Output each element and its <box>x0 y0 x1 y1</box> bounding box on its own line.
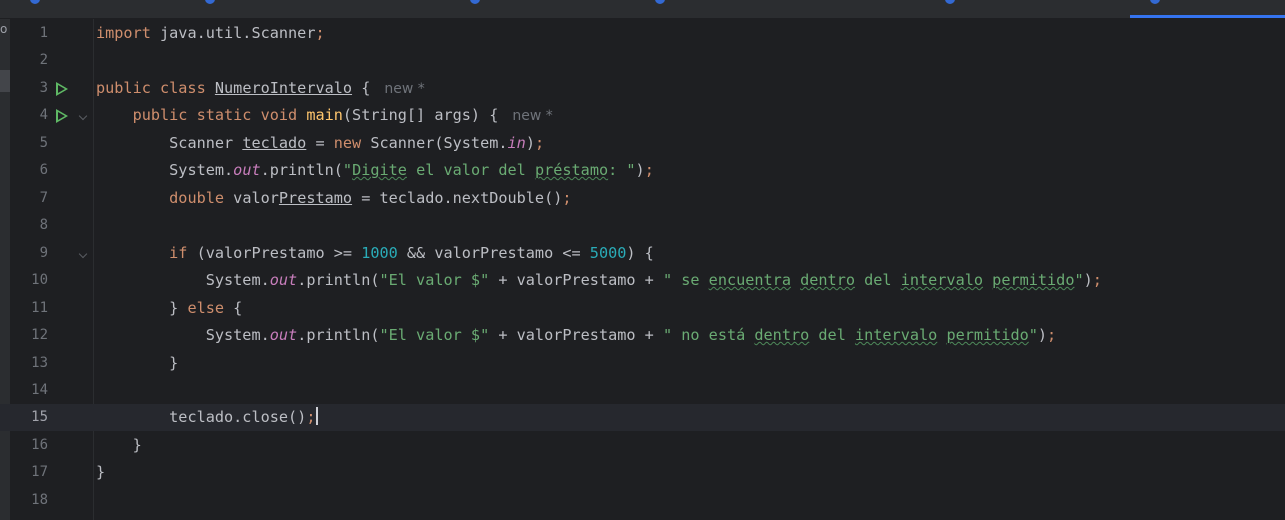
line-number: 1 <box>39 25 48 41</box>
line-number: 10 <box>31 272 48 288</box>
code-text[interactable]: System.out.println("Digite el valor del … <box>96 157 654 184</box>
line-number: 15 <box>31 409 48 425</box>
active-tab-indicator <box>1130 15 1285 18</box>
line-number: 3 <box>39 80 48 96</box>
java-file-icon <box>30 0 40 4</box>
line-number: 2 <box>39 52 48 68</box>
line-number: 18 <box>31 492 48 508</box>
code-line[interactable]: 17 } <box>0 459 1285 486</box>
line-number: 14 <box>31 382 48 398</box>
java-file-icon <box>655 0 665 4</box>
run-icon[interactable] <box>56 82 68 96</box>
code-text[interactable]: } <box>96 459 105 486</box>
code-line[interactable]: 5 Scanner teclado = new Scanner(System.i… <box>0 130 1285 157</box>
code-text[interactable]: teclado.close(); <box>96 404 319 431</box>
code-line[interactable]: 2 <box>0 47 1285 74</box>
line-number: 16 <box>31 437 48 453</box>
code-line[interactable]: 18 <box>0 487 1285 514</box>
code-line[interactable]: 9 if (valorPrestamo >= 1000 && valorPres… <box>0 240 1285 267</box>
java-file-icon <box>205 0 215 4</box>
line-number: 8 <box>39 217 48 233</box>
code-line[interactable]: 4 public static void main(String[] args)… <box>0 102 1285 129</box>
line-number: 17 <box>31 464 48 480</box>
code-text[interactable]: } <box>96 350 178 377</box>
code-line[interactable]: 6 System.out.println("Digite el valor de… <box>0 157 1285 184</box>
code-line[interactable]: 8 <box>0 212 1285 239</box>
code-text[interactable]: System.out.println("El valor $" + valorP… <box>96 267 1102 294</box>
line-number: 13 <box>31 355 48 371</box>
code-text[interactable]: import java.util.Scanner; <box>96 20 325 47</box>
line-number: 7 <box>39 190 48 206</box>
code-text[interactable]: public static void main(String[] args) {… <box>96 102 553 130</box>
code-text[interactable]: if (valorPrestamo >= 1000 && valorPresta… <box>96 240 654 267</box>
chevron-down-icon[interactable] <box>78 249 88 259</box>
code-line[interactable]: 14 <box>0 377 1285 404</box>
code-text[interactable]: Scanner teclado = new Scanner(System.in)… <box>96 130 544 157</box>
vcs-hint: new * <box>384 81 425 97</box>
code-line[interactable]: 12 System.out.println("El valor $" + val… <box>0 322 1285 349</box>
code-line[interactable]: 11 } else { <box>0 295 1285 322</box>
line-number: 4 <box>39 107 48 123</box>
editor-tab-bar <box>0 0 1285 19</box>
line-number: 12 <box>31 327 48 343</box>
java-file-icon <box>1150 0 1160 4</box>
code-text[interactable]: public class NumeroIntervalo {new * <box>96 75 425 103</box>
run-icon[interactable] <box>56 109 68 123</box>
chevron-down-icon[interactable] <box>78 111 88 121</box>
code-line-current[interactable]: 15 teclado.close(); <box>0 404 1285 431</box>
code-line[interactable]: 7 double valorPrestamo = teclado.nextDou… <box>0 185 1285 212</box>
line-number: 11 <box>31 300 48 316</box>
code-text[interactable]: System.out.println("El valor $" + valorP… <box>96 322 1056 349</box>
code-line[interactable]: 13 } <box>0 350 1285 377</box>
code-text[interactable]: double valorPrestamo = teclado.nextDoubl… <box>96 185 571 212</box>
line-number: 5 <box>39 135 48 151</box>
java-file-icon <box>945 0 955 4</box>
java-file-icon <box>470 0 480 4</box>
code-text[interactable]: } else { <box>96 295 242 322</box>
code-line[interactable]: 3 public class NumeroIntervalo {new * <box>0 75 1285 102</box>
code-text[interactable]: } <box>96 432 142 459</box>
vcs-hint: new * <box>512 108 553 124</box>
code-line[interactable]: 1 import java.util.Scanner; <box>0 20 1285 47</box>
code-line[interactable]: 16 } <box>0 432 1285 459</box>
text-caret <box>316 407 319 425</box>
line-number: 6 <box>39 162 48 178</box>
line-number: 9 <box>39 245 48 261</box>
code-line[interactable]: 10 System.out.println("El valor $" + val… <box>0 267 1285 294</box>
